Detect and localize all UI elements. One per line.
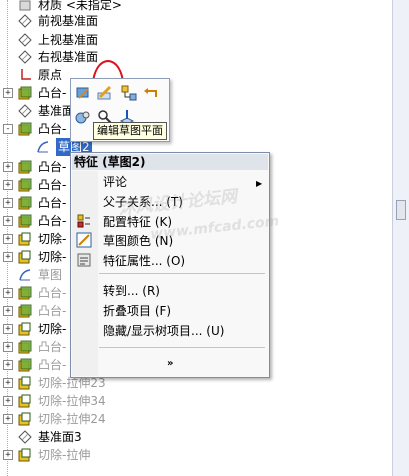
- configure-feature-icon: [76, 213, 92, 229]
- edit-feature-icon[interactable]: [75, 85, 91, 101]
- boss-extrude-icon: [18, 286, 32, 300]
- expand-toggle[interactable]: +: [3, 252, 13, 262]
- plane-icon: [18, 50, 32, 64]
- cut-extrude-icon: [18, 394, 32, 408]
- expand-toggle[interactable]: +: [3, 288, 13, 298]
- tree-item-label: 凸台-: [38, 196, 67, 210]
- boss-extrude-icon: [18, 122, 32, 136]
- tree-item-label: 凸台-: [38, 304, 67, 318]
- panel-collapse-handle[interactable]: [396, 200, 406, 220]
- plane-icon: [18, 14, 32, 28]
- menu-item[interactable]: 评论: [103, 173, 127, 191]
- expand-toggle[interactable]: +: [3, 234, 13, 244]
- tree-item-label: 基准面3: [38, 430, 82, 444]
- plane-icon: [18, 33, 32, 47]
- expand-toggle[interactable]: +: [3, 162, 13, 172]
- expand-toggle[interactable]: +: [3, 450, 13, 460]
- tree-item-label: 草图: [38, 268, 63, 282]
- cut-extrude-icon: [18, 376, 32, 390]
- suppress-icon[interactable]: [75, 109, 91, 125]
- tree-item-label: 凸台-: [38, 214, 67, 228]
- tree-item-label: 凸台-: [38, 340, 67, 354]
- parent-child-icon[interactable]: [121, 85, 137, 101]
- submenu-arrow-icon: ▶: [256, 179, 263, 188]
- feature-properties-icon: [76, 252, 92, 268]
- menu-separator: [99, 347, 265, 348]
- expand-toggle[interactable]: +: [3, 324, 13, 334]
- expand-toggle[interactable]: +: [3, 414, 13, 424]
- tree-item-label: 前视基准面: [38, 14, 99, 28]
- tree-item-label: 凸台-: [38, 122, 67, 136]
- menu-item[interactable]: 特征属性... (O): [103, 252, 185, 270]
- sketch-icon: [18, 268, 32, 282]
- cut-extrude-icon: [18, 412, 32, 426]
- cut-extrude-icon: [18, 322, 32, 336]
- boss-extrude-icon: [18, 86, 32, 100]
- boss-extrude-icon: [18, 340, 32, 354]
- tree-item-label: 右视基准面: [38, 50, 99, 64]
- cut-extrude-icon: [18, 250, 32, 264]
- boss-extrude-icon: [18, 160, 32, 174]
- sketch-color-icon: [76, 232, 92, 248]
- expand-toggle[interactable]: +: [3, 198, 13, 208]
- tree-item-label: 切除-: [38, 232, 67, 246]
- tree-item-label: 上视基准面: [38, 33, 99, 47]
- tree-item-label: 切除-拉伸34: [38, 394, 106, 408]
- menu-item[interactable]: 折叠项目 (F): [103, 302, 171, 320]
- tooltip: 编辑草图平面: [93, 122, 167, 140]
- edit-sketch-icon[interactable]: [97, 85, 113, 101]
- tree-item-label: 凸台-: [38, 160, 67, 174]
- menu-icon-gutter: [72, 171, 98, 376]
- tree-item-label: 切除-拉伸: [38, 448, 91, 462]
- context-menu: 特征 (草图2) 评论 ▶ 父子关系... (T) 配置特征 (K) 草图颜色 (N) 特…: [70, 152, 270, 378]
- expand-toggle[interactable]: +: [3, 180, 13, 190]
- expand-toggle[interactable]: +: [3, 342, 13, 352]
- boss-extrude-icon: [18, 178, 32, 192]
- boss-extrude-icon: [18, 304, 32, 318]
- expand-toggle[interactable]: +: [3, 360, 13, 370]
- rollback-icon[interactable]: [143, 85, 159, 101]
- plane-icon: [18, 430, 32, 444]
- menu-item[interactable]: 隐藏/显示树项目... (U): [103, 322, 224, 340]
- expand-toggle[interactable]: +: [3, 88, 13, 98]
- tree-item-label: 凸台-: [38, 178, 67, 192]
- tree-item-label: 切除-: [38, 322, 67, 336]
- expand-toggle[interactable]: +: [3, 216, 13, 226]
- expand-toggle[interactable]: +: [3, 378, 13, 388]
- boss-extrude-icon: [18, 358, 32, 372]
- menu-separator: [99, 273, 265, 274]
- tree-item-label: 凸台-: [38, 286, 67, 300]
- material-icon: [18, 0, 32, 12]
- menu-expand-chevron[interactable]: »: [167, 358, 173, 369]
- cut-extrude-icon: [18, 448, 32, 462]
- origin-icon: [18, 68, 32, 82]
- expand-toggle[interactable]: +: [3, 396, 13, 406]
- sketch-icon: [36, 140, 50, 154]
- menu-header: 特征 (草图2): [72, 154, 268, 170]
- plane-icon: [18, 104, 32, 118]
- cut-extrude-icon: [18, 232, 32, 246]
- expand-toggle[interactable]: +: [3, 306, 13, 316]
- tree-item-label: 凸台-: [38, 358, 67, 372]
- collapse-toggle[interactable]: -: [3, 124, 13, 134]
- boss-extrude-icon: [18, 214, 32, 228]
- tree-item-label: 切除-: [38, 250, 67, 264]
- tree-item-label: 基准面: [38, 104, 75, 118]
- tree-item-label: 切除-拉伸24: [38, 412, 106, 426]
- tree-item-label: 原点: [38, 68, 63, 82]
- menu-item[interactable]: 转到... (R): [103, 282, 160, 300]
- tree-item-label: 凸台-: [38, 86, 67, 100]
- scrollbar[interactable]: [392, 0, 409, 476]
- boss-extrude-icon: [18, 196, 32, 210]
